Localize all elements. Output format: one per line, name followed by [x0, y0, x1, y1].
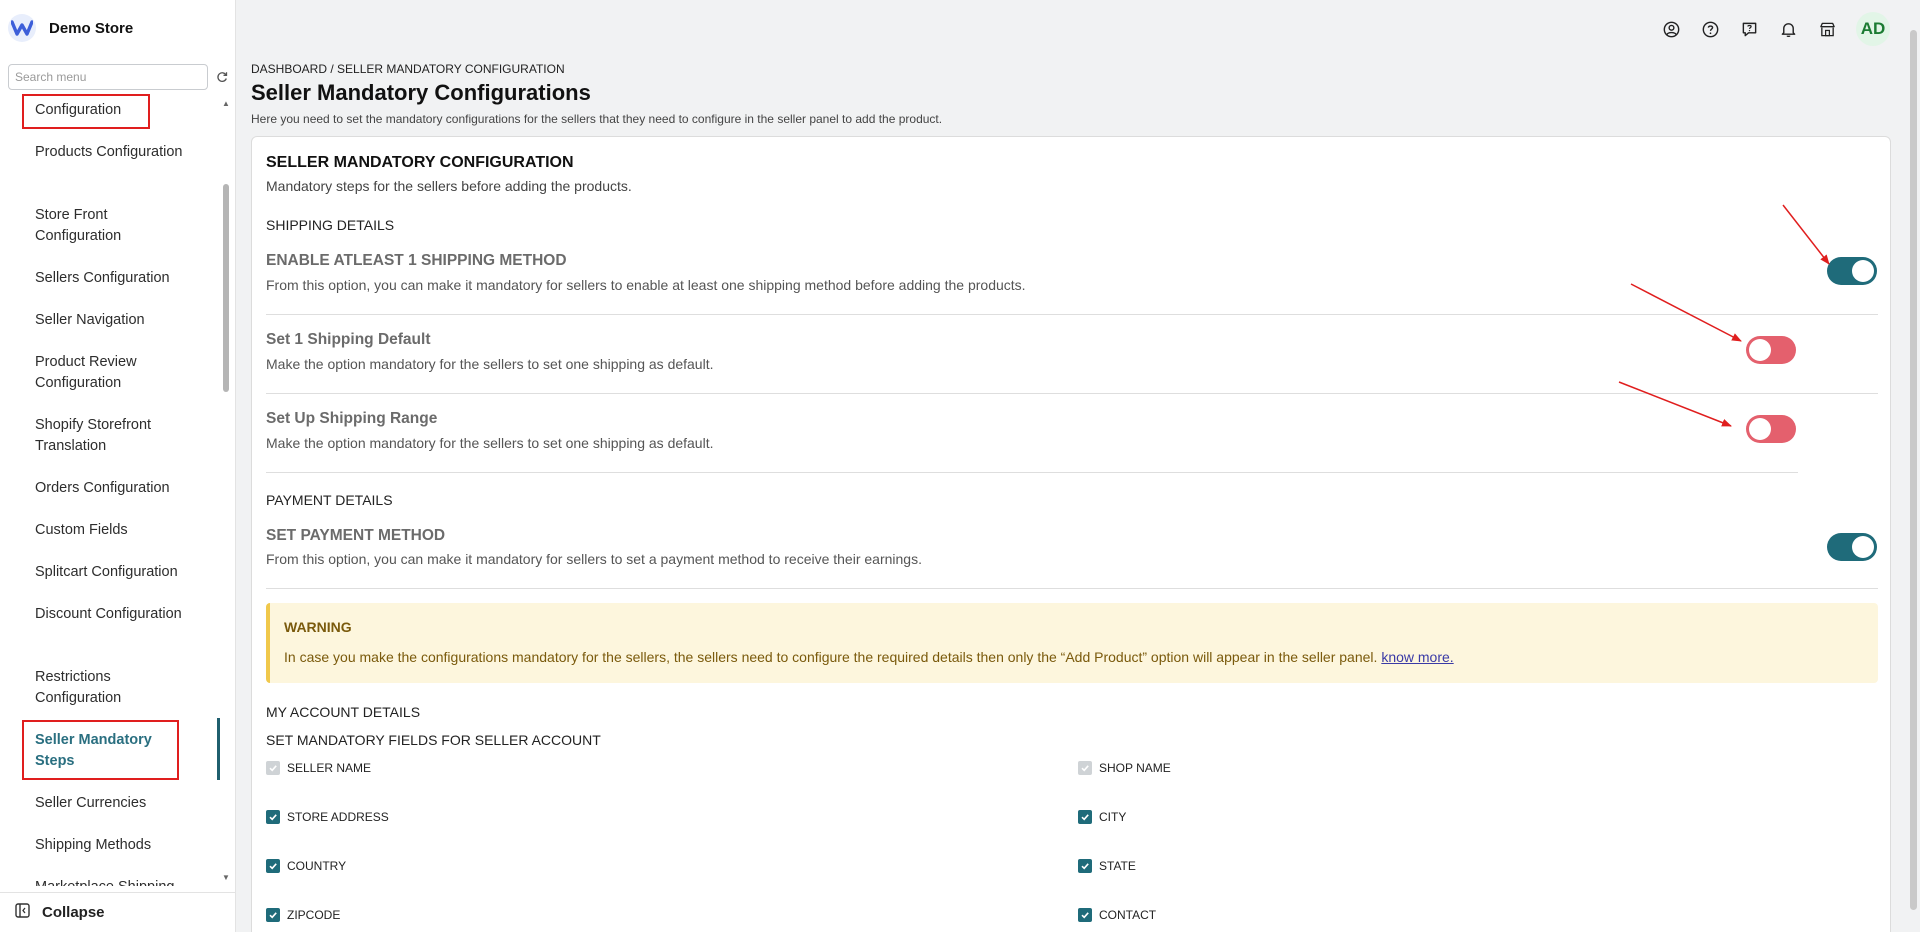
checkbox-label: CONTACT	[1099, 908, 1157, 922]
store-name: Demo Store	[49, 19, 134, 37]
store-logo-icon	[8, 14, 36, 42]
page-title: Seller Mandatory Configurations	[251, 80, 591, 105]
field-country: COUNTRY	[266, 859, 346, 873]
sidebar-scroll-thumb[interactable]	[223, 184, 229, 392]
collapse-label: Collapse	[42, 904, 105, 921]
divider	[266, 472, 1798, 473]
sidebar-item-shopify-storefront-translation[interactable]: Shopify Storefront Translation	[35, 415, 195, 457]
option-title-shipping-range: Set Up Shipping Range	[266, 410, 438, 427]
sidebar-item-store-front-configuration[interactable]: Store Front Configuration	[35, 205, 195, 247]
search-wrapper	[8, 64, 208, 90]
feedback-icon[interactable]	[1739, 19, 1760, 40]
collapse-sidebar-icon	[15, 902, 30, 923]
checkbox-label: CITY	[1099, 810, 1127, 824]
sidebar-item-seller-currencies[interactable]: Seller Currencies	[35, 793, 195, 814]
field-seller-name: SELLER NAME	[266, 761, 371, 775]
brand[interactable]: Demo Store	[8, 12, 133, 44]
checkbox-seller-name[interactable]	[266, 761, 280, 775]
page-scrollbar[interactable]	[1906, 0, 1920, 932]
card-subtitle: Mandatory steps for the sellers before a…	[266, 178, 632, 194]
option-desc-shipping-range: Make the option mandatory for the seller…	[266, 435, 714, 451]
field-shop-name: SHOP NAME	[1078, 761, 1171, 775]
user-avatar[interactable]: AD	[1856, 12, 1890, 46]
toggle-set-shipping-default[interactable]	[1746, 336, 1796, 364]
checkbox-city[interactable]	[1078, 810, 1092, 824]
toggle-knob	[1749, 418, 1771, 440]
sidebar-item-marketplace-shipping[interactable]: Marketplace Shipping	[35, 877, 195, 886]
notification-icon[interactable]	[1778, 19, 1799, 40]
option-desc-payment-method: From this option, you can make it mandat…	[266, 551, 922, 567]
toggle-set-up-shipping-range[interactable]	[1746, 415, 1796, 443]
store-icon[interactable]	[1817, 19, 1838, 40]
breadcrumb: DASHBOARD / SELLER MANDATORY CONFIGURATI…	[251, 62, 565, 76]
checkbox-shop-name[interactable]	[1078, 761, 1092, 775]
divider	[266, 393, 1878, 394]
field-state: STATE	[1078, 859, 1136, 873]
option-desc-enable-shipping: From this option, you can make it mandat…	[266, 277, 1026, 293]
payment-details-heading: PAYMENT DETAILS	[266, 492, 393, 508]
sidebar-scrollbar[interactable]	[222, 100, 230, 886]
checkbox-label: ZIPCODE	[287, 908, 341, 922]
refresh-icon[interactable]	[214, 69, 230, 85]
highlight-box-configuration	[22, 94, 150, 129]
collapse-button[interactable]: Collapse	[0, 892, 236, 932]
checkbox-label: STORE ADDRESS	[287, 810, 389, 824]
toggle-knob	[1852, 260, 1874, 282]
checkbox-label: COUNTRY	[287, 859, 347, 873]
field-contact: CONTACT	[1078, 908, 1156, 922]
field-zipcode: ZIPCODE	[266, 908, 340, 922]
checkbox-label: SHOP NAME	[1099, 761, 1171, 775]
toggle-set-payment-method[interactable]	[1827, 533, 1877, 561]
sidebar: Demo Store Configuration Products Config…	[0, 0, 236, 932]
account-details-heading: MY ACCOUNT DETAILS	[266, 704, 421, 720]
sidebar-item-products-configuration[interactable]: Products Configuration	[35, 142, 195, 163]
option-title-payment-method: SET PAYMENT METHOD	[266, 527, 446, 544]
sidebar-item-discount-configuration[interactable]: Discount Configuration	[35, 604, 195, 625]
toggle-enable-shipping-method[interactable]	[1827, 257, 1877, 285]
toggle-knob	[1852, 536, 1874, 558]
sidebar-item-sellers-configuration[interactable]: Sellers Configuration	[35, 268, 195, 289]
search-menu-input[interactable]	[8, 64, 208, 90]
active-item-indicator	[217, 718, 220, 780]
option-title-enable-shipping: ENABLE ATLEAST 1 SHIPPING METHOD	[266, 252, 567, 269]
checkbox-store-address[interactable]	[266, 810, 280, 824]
sidebar-item-orders-configuration[interactable]: Orders Configuration	[35, 478, 195, 499]
page-scroll-thumb[interactable]	[1910, 30, 1917, 910]
sidebar-item-shipping-methods[interactable]: Shipping Methods	[35, 835, 195, 856]
warning-banner: WARNING In case you make the configurati…	[266, 603, 1878, 683]
scroll-down-arrow-icon[interactable]: ▼	[222, 874, 230, 882]
topbar-actions: AD	[1661, 12, 1890, 46]
option-desc-shipping-default: Make the option mandatory for the seller…	[266, 356, 714, 372]
checkbox-label: SELLER NAME	[287, 761, 372, 775]
seller-mandatory-config-card: SELLER MANDATORY CONFIGURATION Mandatory…	[251, 136, 1891, 932]
warning-text: In case you make the configurations mand…	[284, 649, 1378, 665]
warning-text-row: In case you make the configurations mand…	[284, 649, 1454, 665]
account-icon[interactable]	[1661, 19, 1682, 40]
sidebar-item-custom-fields[interactable]: Custom Fields	[35, 520, 195, 541]
checkbox-zipcode[interactable]	[266, 908, 280, 922]
shipping-details-heading: SHIPPING DETAILS	[266, 217, 395, 233]
divider	[266, 588, 1878, 589]
card-title: SELLER MANDATORY CONFIGURATION	[266, 154, 574, 171]
option-title-shipping-default: Set 1 Shipping Default	[266, 331, 431, 348]
checkbox-label: STATE	[1099, 859, 1136, 873]
toggle-knob	[1749, 339, 1771, 361]
mandatory-fields-heading: SET MANDATORY FIELDS FOR SELLER ACCOUNT	[266, 732, 601, 748]
sidebar-item-splitcart-configuration[interactable]: Splitcart Configuration	[35, 562, 195, 583]
page-description: Here you need to set the mandatory confi…	[251, 112, 943, 126]
checkbox-country[interactable]	[266, 859, 280, 873]
warning-title: WARNING	[284, 619, 352, 635]
sidebar-item-product-review-configuration[interactable]: Product Review Configuration	[35, 352, 195, 394]
field-city: CITY	[1078, 810, 1126, 824]
highlight-box-seller-mandatory-steps	[22, 720, 179, 780]
sidebar-item-restrictions-configuration[interactable]: Restrictions Configuration	[35, 667, 195, 709]
know-more-link[interactable]: know more.	[1381, 649, 1453, 665]
help-icon[interactable]	[1700, 19, 1721, 40]
checkbox-contact[interactable]	[1078, 908, 1092, 922]
checkbox-state[interactable]	[1078, 859, 1092, 873]
field-store-address: STORE ADDRESS	[266, 810, 389, 824]
divider	[266, 314, 1878, 315]
sidebar-item-seller-navigation[interactable]: Seller Navigation	[35, 310, 195, 331]
